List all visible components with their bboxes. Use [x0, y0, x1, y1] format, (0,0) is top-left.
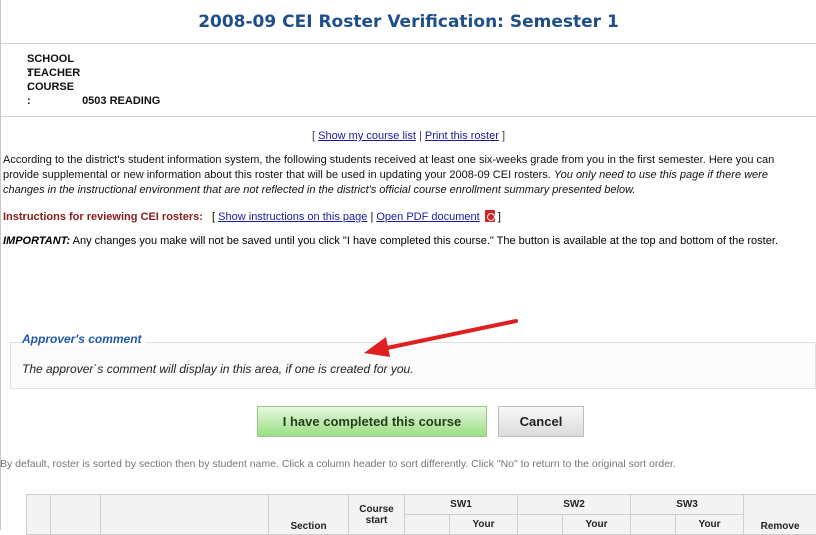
instructions-line: Instructions for reviewing CEI rosters: …: [3, 209, 816, 224]
col-sw3[interactable]: SW3: [630, 494, 745, 515]
course-value: 0503 READING: [82, 95, 161, 107]
page-frame: 2008-09 CEI Roster Verification: Semeste…: [0, 0, 816, 530]
link-separator: |: [418, 130, 422, 142]
show-course-list-link[interactable]: Show my course list: [318, 130, 416, 142]
teacher-row: TEACHER :: [27, 66, 816, 93]
roster-table: Section Course start SW1 SW2 SW3 Remove …: [26, 494, 816, 535]
col-remove[interactable]: Remove: [743, 494, 816, 535]
course-row: COURSE : 0503 READING: [27, 80, 816, 107]
pdf-icon[interactable]: [484, 209, 495, 222]
col-sw1[interactable]: SW1: [403, 494, 519, 515]
approver-comment-text: The approver`s comment will display in t…: [22, 362, 414, 376]
sw2-sub-a[interactable]: [517, 514, 564, 535]
cancel-button[interactable]: Cancel: [498, 406, 584, 437]
bracket-close: ]: [497, 210, 501, 223]
approver-comment-title: Approver's comment: [22, 332, 142, 346]
col-select[interactable]: [26, 494, 51, 535]
roster-links: [ Show my course list | Print this roste…: [1, 129, 816, 143]
red-arrow-annotation: [364, 319, 518, 357]
sort-note: By default, roster is sorted by section …: [0, 458, 676, 470]
bracket-open: [: [212, 210, 216, 223]
course-start-line2: start: [365, 514, 388, 526]
course-start-line1: Course: [359, 503, 394, 515]
col-blank[interactable]: [50, 494, 101, 535]
sw3-your[interactable]: Your: [675, 514, 745, 535]
print-roster-link[interactable]: Print this roster: [425, 130, 499, 142]
open-pdf-link[interactable]: Open PDF document: [376, 211, 479, 223]
course-info: SCHOOL : TEACHER : COURSE : 0503 READING: [1, 44, 816, 117]
instructions-label: Instructions for reviewing CEI rosters:: [3, 210, 203, 223]
col-sw2[interactable]: SW2: [517, 494, 632, 515]
course-label: COURSE :: [27, 81, 75, 107]
bracket-open: [: [311, 130, 316, 142]
sw1-your[interactable]: Your: [448, 514, 519, 535]
intro-paragraph: According to the district's student info…: [3, 153, 812, 199]
approver-comment-legend: Approver's comment: [22, 332, 146, 346]
action-buttons: I have completed this course Cancel: [257, 406, 584, 437]
sw3-sub-a[interactable]: [630, 514, 677, 535]
school-row: SCHOOL :: [27, 52, 816, 79]
page-title: 2008-09 CEI Roster Verification: Semeste…: [1, 0, 816, 44]
col-section[interactable]: Section: [268, 494, 349, 535]
col-student[interactable]: [100, 494, 269, 535]
link-separator: |: [370, 210, 374, 223]
complete-course-button[interactable]: I have completed this course: [257, 406, 487, 437]
important-note: IMPORTANT: Any changes you make will not…: [3, 234, 812, 249]
bracket-close: ]: [501, 130, 505, 142]
col-course-start[interactable]: Course start: [348, 494, 405, 535]
show-instructions-link[interactable]: Show instructions on this page: [218, 211, 367, 223]
sw2-your[interactable]: Your: [562, 514, 632, 535]
important-label: IMPORTANT:: [3, 234, 71, 247]
sw1-sub-a[interactable]: [404, 514, 450, 535]
important-text: Any changes you make will not be saved u…: [72, 234, 778, 247]
